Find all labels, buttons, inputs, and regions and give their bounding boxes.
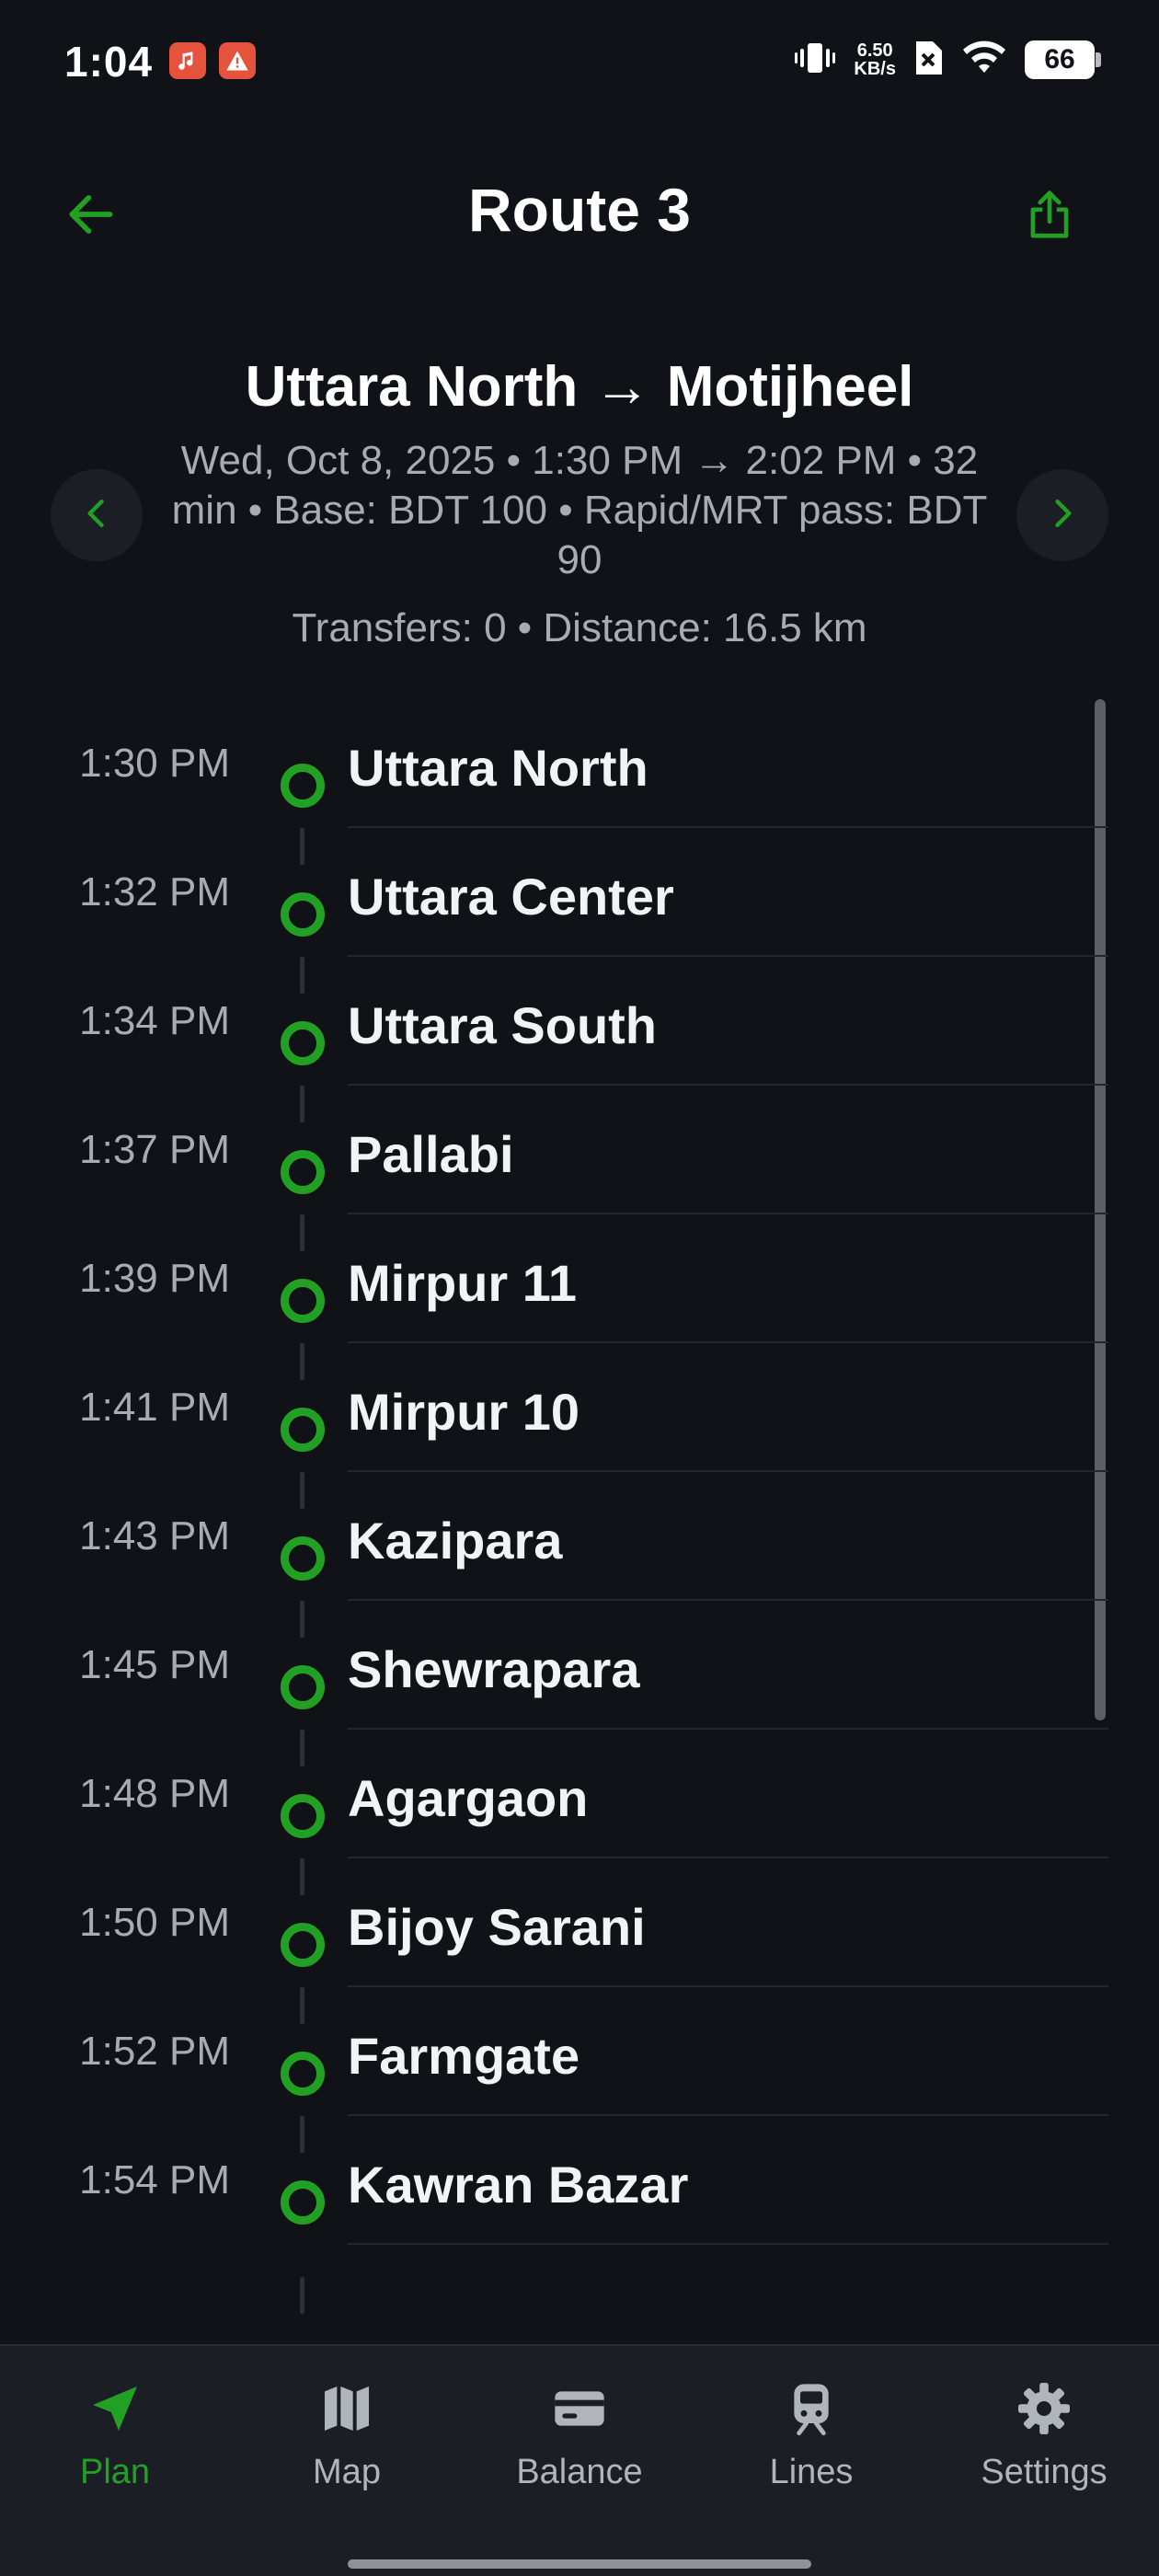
nav-settings[interactable]: Settings bbox=[943, 2372, 1145, 2519]
timeline-connector bbox=[300, 1086, 304, 1122]
timeline-connector bbox=[300, 2116, 304, 2153]
stop-time: 1:52 PM bbox=[79, 2029, 230, 2074]
top-app-bar: Route 3 bbox=[0, 147, 1159, 285]
map-icon bbox=[317, 2372, 376, 2445]
stop-name: Kazipara bbox=[348, 1512, 563, 1570]
stop-marker bbox=[281, 1536, 325, 1581]
home-indicator[interactable] bbox=[348, 2559, 811, 2569]
stop-time: 1:48 PM bbox=[79, 1771, 230, 1816]
stop-time: 1:54 PM bbox=[79, 2157, 230, 2202]
timeline-connector bbox=[300, 1343, 304, 1380]
stop-time: 1:30 PM bbox=[79, 741, 230, 786]
nav-balance[interactable]: Balance bbox=[478, 2372, 681, 2519]
stop-row[interactable]: 1:48 PM Agargaon bbox=[0, 1730, 1159, 1858]
stop-name: Bijoy Sarani bbox=[348, 1898, 646, 1956]
timeline-connector bbox=[300, 1472, 304, 1509]
stop-time: 1:32 PM bbox=[79, 869, 230, 914]
alert-app-icon bbox=[219, 42, 256, 79]
nav-lines[interactable]: Lines bbox=[710, 2372, 912, 2519]
stop-row[interactable]: 1:39 PM Mirpur 11 bbox=[0, 1214, 1159, 1343]
next-route-button[interactable] bbox=[1016, 469, 1108, 561]
stop-row[interactable]: 1:43 PM Kazipara bbox=[0, 1472, 1159, 1601]
previous-route-button[interactable] bbox=[51, 469, 143, 561]
stop-time: 1:43 PM bbox=[79, 1513, 230, 1558]
stop-time: 1:39 PM bbox=[79, 1256, 230, 1301]
card-icon bbox=[550, 2372, 609, 2445]
stop-name: Kawran Bazar bbox=[348, 2156, 689, 2214]
route-title: Uttara North → Motijheel bbox=[245, 355, 914, 419]
stop-name: Uttara South bbox=[348, 996, 657, 1054]
stop-name: Pallabi bbox=[348, 1125, 514, 1183]
stop-marker bbox=[281, 1923, 325, 1967]
timeline-connector bbox=[300, 828, 304, 865]
nav-plan[interactable]: Plan bbox=[14, 2372, 216, 2519]
stop-marker bbox=[281, 1021, 325, 1065]
wifi-icon bbox=[960, 40, 1008, 81]
timeline-connector bbox=[300, 957, 304, 994]
status-time: 1:04 bbox=[64, 38, 154, 86]
timeline-connector bbox=[300, 1858, 304, 1895]
app-root: 1:04 6.50 KB/s 66 Route 3 Uttara North →… bbox=[0, 0, 1159, 2576]
train-icon bbox=[782, 2372, 841, 2445]
route-summary: Uttara North → Motijheel Wed, Oct 8, 202… bbox=[0, 354, 1159, 651]
stop-row[interactable]: 1:45 PM Shewrapara bbox=[0, 1601, 1159, 1730]
stop-row[interactable]: 1:54 PM Kawran Bazar bbox=[0, 2116, 1159, 2245]
no-sim-icon bbox=[912, 40, 944, 81]
chevron-right-icon bbox=[1042, 493, 1083, 538]
status-icons: 6.50 KB/s 66 bbox=[793, 37, 1101, 83]
stop-name: Mirpur 11 bbox=[348, 1254, 577, 1312]
stop-row[interactable]: 1:30 PM Uttara North bbox=[0, 699, 1159, 828]
nav-map[interactable]: Map bbox=[246, 2372, 448, 2519]
stop-row[interactable]: 1:50 PM Bijoy Sarani bbox=[0, 1858, 1159, 1987]
stop-name: Farmgate bbox=[348, 2027, 580, 2085]
stop-time: 1:34 PM bbox=[79, 998, 230, 1043]
stop-time: 1:45 PM bbox=[79, 1642, 230, 1687]
bottom-navigation: Plan Map Balance Lines Settings bbox=[0, 2344, 1159, 2576]
timeline-connector bbox=[300, 2277, 304, 2314]
stop-name: Uttara North bbox=[348, 739, 648, 797]
stop-time: 1:37 PM bbox=[79, 1127, 230, 1172]
gear-icon bbox=[1015, 2372, 1073, 2445]
stop-row[interactable]: 1:52 PM Farmgate bbox=[0, 1987, 1159, 2116]
stop-row[interactable]: 1:32 PM Uttara Center bbox=[0, 828, 1159, 957]
stop-marker bbox=[281, 2180, 325, 2225]
stop-name: Uttara Center bbox=[348, 868, 674, 926]
stop-name: Mirpur 10 bbox=[348, 1383, 580, 1441]
stop-marker bbox=[281, 1279, 325, 1323]
stop-name: Shewrapara bbox=[348, 1640, 640, 1698]
stop-row[interactable]: 1:34 PM Uttara South bbox=[0, 957, 1159, 1086]
timeline-connector bbox=[300, 1730, 304, 1766]
route-meta: Wed, Oct 8, 2025 • 1:30 PM → 2:02 PM • 3… bbox=[171, 438, 988, 582]
status-bar: 1:04 6.50 KB/s 66 bbox=[0, 0, 1159, 120]
music-app-icon bbox=[169, 42, 206, 79]
stop-marker bbox=[281, 892, 325, 937]
timeline-connector bbox=[300, 1214, 304, 1251]
stop-name: Agargaon bbox=[348, 1769, 589, 1827]
navigation-arrow-icon bbox=[86, 2372, 144, 2445]
stop-marker bbox=[281, 1408, 325, 1452]
stop-row[interactable]: 1:41 PM Mirpur 10 bbox=[0, 1343, 1159, 1472]
share-button[interactable] bbox=[999, 166, 1100, 267]
network-speed: 6.50 KB/s bbox=[854, 40, 896, 79]
chevron-left-icon bbox=[76, 493, 117, 538]
vibrate-icon bbox=[793, 40, 837, 81]
page-title: Route 3 bbox=[467, 176, 692, 244]
stop-marker bbox=[281, 1794, 325, 1838]
timeline-connector bbox=[300, 1987, 304, 2024]
stop-row[interactable]: 1:37 PM Pallabi bbox=[0, 1086, 1159, 1214]
route-stats: Transfers: 0 • Distance: 16.5 km bbox=[292, 605, 867, 650]
battery-indicator: 66 bbox=[1025, 40, 1101, 79]
stop-marker bbox=[281, 764, 325, 808]
stop-time: 1:50 PM bbox=[79, 1900, 230, 1945]
divider bbox=[348, 2243, 1108, 2245]
timeline-connector bbox=[300, 1601, 304, 1638]
stop-marker bbox=[281, 1150, 325, 1194]
stop-marker bbox=[281, 1665, 325, 1709]
stops-list[interactable]: 1:30 PM Uttara North 1:32 PM Uttara Center 1… bbox=[0, 699, 1159, 2337]
stop-marker bbox=[281, 2052, 325, 2096]
share-icon bbox=[1021, 186, 1078, 247]
stop-time: 1:41 PM bbox=[79, 1385, 230, 1430]
